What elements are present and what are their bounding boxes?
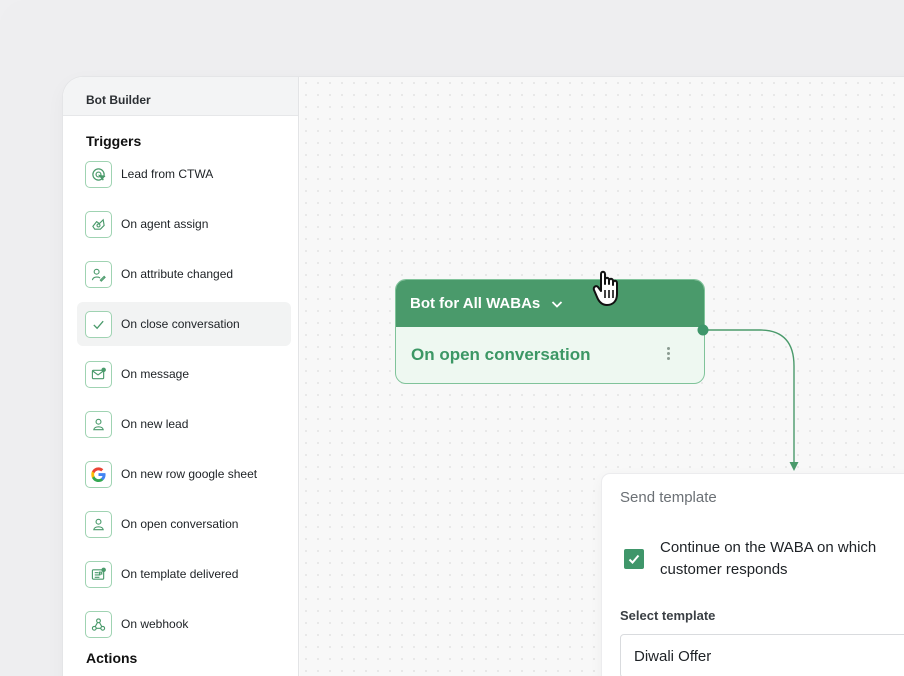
- connector-arrowhead: [789, 462, 799, 471]
- hand-cursor-icon: [591, 268, 633, 310]
- template-select[interactable]: Diwali Offer: [620, 634, 904, 676]
- node-output-handle: [697, 324, 709, 336]
- continue-waba-label[interactable]: Continue on the WABA on which customer r…: [660, 537, 904, 581]
- select-template-label: Select template: [620, 608, 716, 623]
- panel-title: Send template: [620, 489, 717, 506]
- continue-waba-checkbox[interactable]: [624, 549, 644, 569]
- check-icon: [628, 554, 640, 564]
- send-template-panel: Send template Continue on the WABA on wh…: [602, 474, 904, 676]
